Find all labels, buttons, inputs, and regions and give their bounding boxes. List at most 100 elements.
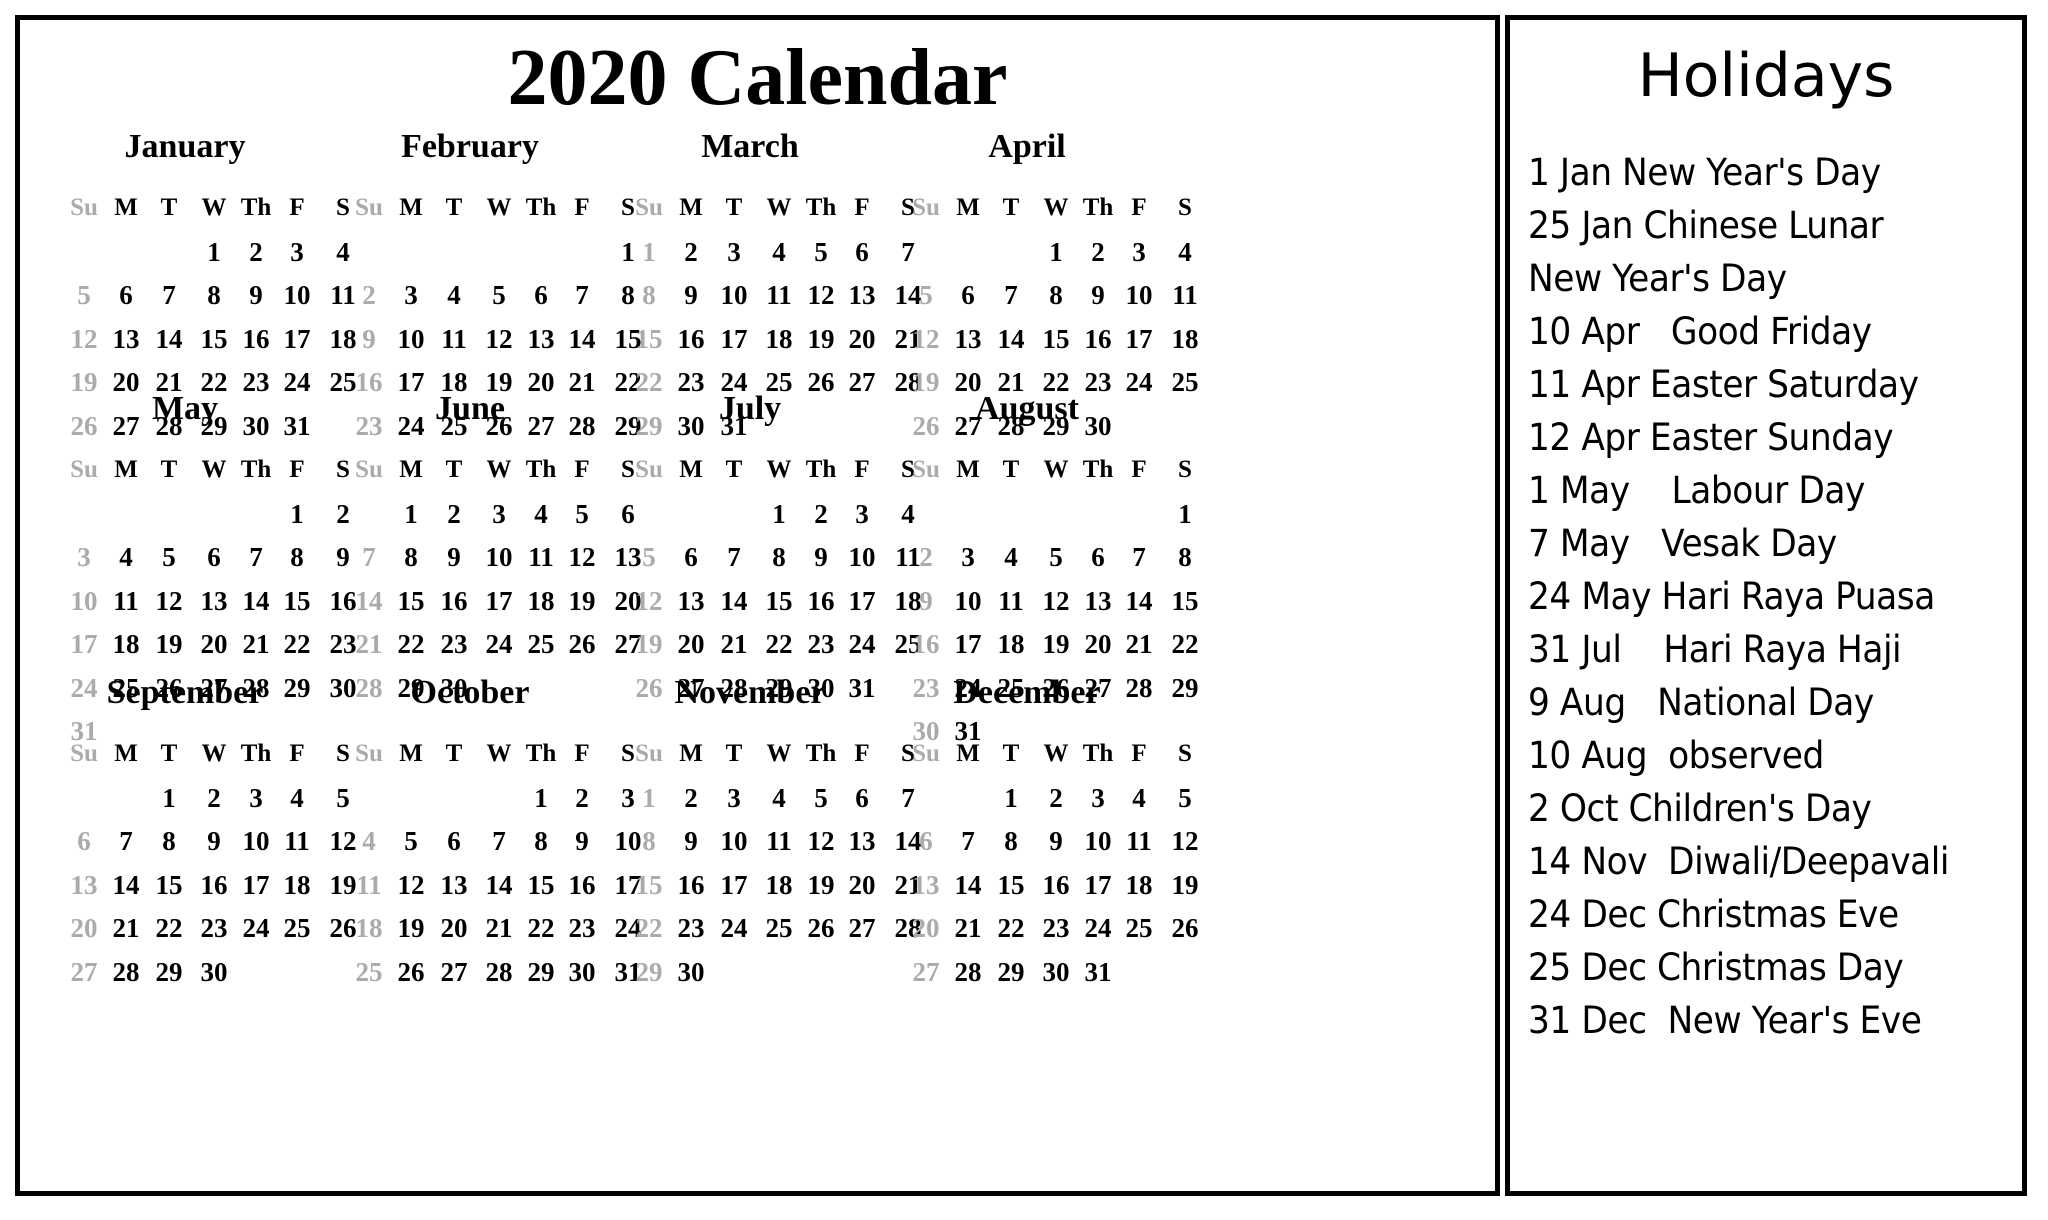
weekday-header: M [399,194,423,221]
weekday-header: Th [805,740,837,767]
day-cell: 17 [485,585,513,616]
day-cell: 2 [575,782,589,813]
day-cell: 22 [283,629,311,659]
day-cell: 12 [635,585,663,616]
day-cell: 15 [283,585,311,616]
holiday-item: 10 Aug observed [1528,734,1824,777]
day-cell: 13 [527,323,555,354]
day-cell: 30 [568,956,596,987]
day-cell: 1 [1049,236,1063,267]
day-cell: 19 [397,913,425,943]
day-cell: 26 [807,913,835,943]
weekday-header: T [445,456,463,483]
day-cell: 28 [485,956,513,987]
day-cell: 3 [290,236,304,267]
day-cell: 9 [1049,826,1063,856]
day-cell: 3 [961,542,975,572]
day-cell: 6 [684,542,698,572]
weekday-header: Th [805,194,837,221]
day-cell: 22 [765,629,793,659]
month-grid: Su M T W Th F S 1 2 3 4 5 6 7 8 9 10 11 12 13 14 15 16 17 18 19 20… [882,741,1212,1002]
day-cell: 26 [1171,913,1199,943]
day-cell: 10 [720,280,748,310]
day-cell: 10 [397,323,425,354]
day-cell: 14 [485,869,513,900]
weekday-header: Su [635,456,663,483]
day-cell: 21 [720,629,748,659]
day-cell: 11 [113,585,139,616]
day-cell: 1 [534,782,548,813]
weekday-header: F [289,194,305,221]
weekday-header: Su [355,194,383,221]
day-cell: 28 [954,956,982,987]
day-cell: 12 [1042,585,1070,616]
holiday-item: 25 Dec Christmas Day [1528,946,1904,989]
week-row: 20 21 22 23 24 25 26 [882,915,1212,959]
day-cell: 7 [575,280,589,310]
day-cell: 17 [1125,323,1153,354]
day-cell: 8 [1178,542,1192,572]
day-cell: 21 [954,913,982,943]
day-cell: 27 [912,956,940,987]
day-cell: 24 [1084,913,1112,943]
week-row: 123 4 [882,236,1212,283]
day-cell: 16 [677,869,705,900]
day-cell: 8 [162,826,176,856]
day-cell: 18 [1125,869,1153,900]
day-cell: 2 [1049,782,1063,813]
holiday-item: 24 Dec Christmas Eve [1528,893,1899,936]
day-cell: 21 [485,913,513,943]
month-name: December [953,674,1101,711]
day-cell: 4 [290,782,304,813]
day-cell: 2 [362,280,376,310]
day-cell: 11 [1172,280,1198,310]
weekday-header: W [201,740,227,767]
weekday-header: Th [1082,194,1114,221]
week-row: 13 14 15 16 17 18 19 [882,869,1212,916]
weekday-header: W [766,456,792,483]
day-cell: 2 [684,236,698,267]
weekday-header: Su [912,456,940,483]
day-cell: 10 [1125,280,1153,310]
weekday-header-row: Su M T W Th F S [40,741,370,785]
calendar-title: 2020 Calendar [507,34,1008,122]
day-cell: 8 [290,542,304,572]
weekday-header: M [679,456,703,483]
weekday-header: Th [1082,740,1114,767]
day-cell: 8 [642,280,656,310]
weekday-header: Su [635,740,663,767]
day-cell: 21 [242,629,270,659]
day-cell: 8 [1049,280,1063,310]
day-cell: 25 [1125,913,1153,943]
day-cell: 19 [1171,869,1199,900]
day-cell: 15 [155,869,183,900]
day-cell: 30 [1042,956,1070,987]
holiday-item: 2 Oct Children's Day [1528,787,1872,830]
weekday-header: Su [70,194,98,221]
day-cell: 6 [77,826,91,856]
day-cell: 10 [848,542,876,572]
day-cell: 16 [1084,323,1112,354]
weekday-header: M [399,456,423,483]
day-cell: 6 [119,280,133,310]
day-cell: 1 [1004,782,1018,813]
day-cell: 10 [283,280,311,310]
weekday-header: S [1178,456,1192,483]
day-cell: 14 [1125,585,1153,616]
day-cell: 19 [635,629,663,659]
weekday-header: F [1131,456,1147,483]
day-cell: 19 [807,869,835,900]
day-cell: 7 [961,826,975,856]
day-cell: 20 [848,323,876,354]
day-cell: 21 [355,629,383,659]
day-cell: 18 [112,629,140,659]
week-row: 20 21 22 23 24 25 26 [40,915,370,959]
day-cell: 23 [677,913,705,943]
day-cell: 26 [397,956,425,987]
day-cell: 4 [534,498,548,529]
day-cell: 7 [492,826,506,856]
day-cell: 5 [575,498,589,529]
day-cell: 20 [200,629,228,659]
day-cell: 13 [70,869,98,900]
day-cell: 12 [1171,826,1199,856]
